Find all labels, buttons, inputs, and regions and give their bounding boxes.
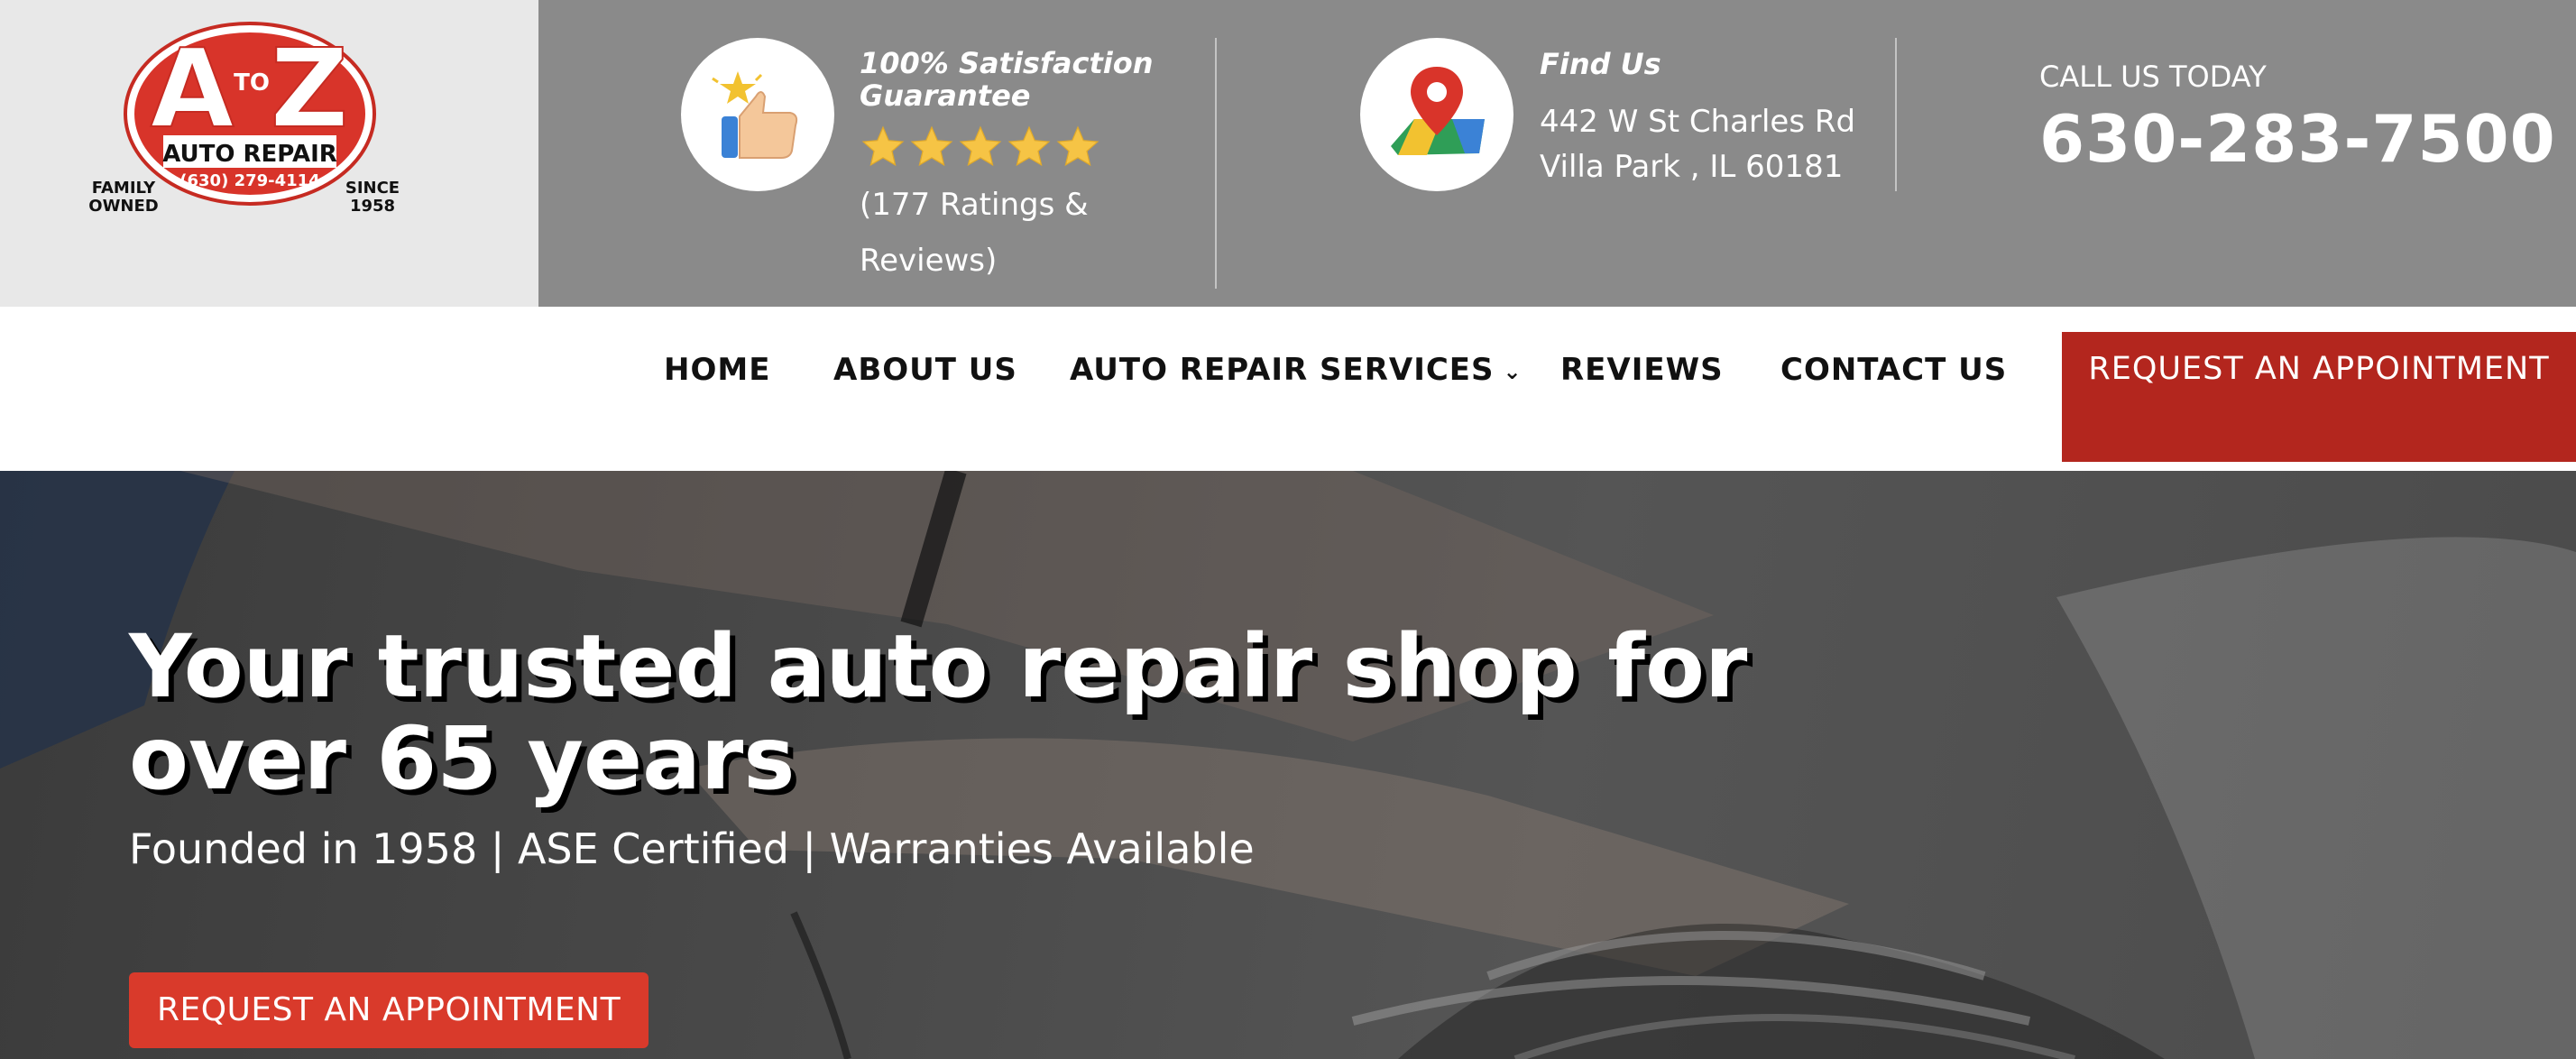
divider: [1215, 38, 1217, 289]
nav-auto-repair-services-label: AUTO REPAIR SERVICES: [1070, 352, 1495, 388]
info-area: 100% Satisfaction Guarantee (177 Ratings…: [538, 0, 2576, 307]
svg-text:(630) 279-4114: (630) 279-4114: [179, 171, 319, 190]
request-appointment-hero-button[interactable]: REQUEST AN APPOINTMENT: [129, 972, 649, 1048]
thumbs-up-icon: [712, 71, 798, 159]
top-bar: A TO Z AUTO REPAIR (630) 279-4114 FAMILY…: [0, 0, 2576, 307]
star-icon: [959, 125, 1002, 167]
hero-title: Your trusted auto repair shop for over 6…: [129, 616, 1748, 809]
nav-auto-repair-services[interactable]: AUTO REPAIR SERVICES ⌄: [1070, 352, 1523, 388]
nav-reviews[interactable]: REVIEWS: [1560, 352, 1724, 388]
divider: [1895, 38, 1897, 191]
logo-area: A TO Z AUTO REPAIR (630) 279-4114 FAMILY…: [0, 0, 538, 307]
find-us-title: Find Us: [1540, 47, 1661, 81]
svg-text:TO: TO: [234, 69, 270, 97]
svg-text:AUTO REPAIR: AUTO REPAIR: [162, 141, 337, 168]
ratings-count[interactable]: (177 Ratings & Reviews): [860, 177, 1130, 289]
nav-home[interactable]: HOME: [664, 352, 770, 388]
nav-contact-us[interactable]: CONTACT US: [1780, 352, 2007, 388]
request-appointment-nav-button[interactable]: REQUEST AN APPOINTMENT: [2062, 332, 2576, 462]
hero-section: Your trusted auto repair shop for over 6…: [0, 471, 2576, 1059]
chevron-down-icon: ⌄: [1503, 358, 1523, 384]
phone-number-link[interactable]: 630-283-7500: [2039, 101, 2556, 177]
star-rating: [860, 124, 1101, 170]
svg-text:FAMILY: FAMILY: [92, 179, 156, 198]
star-icon: [910, 125, 953, 167]
star-icon: [1007, 125, 1051, 167]
star-icon: [1056, 125, 1099, 167]
svg-text:Z: Z: [270, 27, 348, 152]
svg-text:OWNED: OWNED: [88, 197, 158, 216]
address-line-2: Villa Park , IL 60181: [1540, 149, 1844, 185]
hero-subtitle: Founded in 1958 | ASE Certified | Warran…: [129, 824, 1255, 873]
nav-about-us[interactable]: ABOUT US: [833, 352, 1017, 388]
map-pin-icon: [1391, 67, 1485, 155]
address[interactable]: 442 W St Charles Rd Villa Park , IL 6018…: [1540, 99, 1855, 189]
svg-text:SINCE: SINCE: [345, 179, 400, 198]
thumbs-up-badge: [681, 38, 834, 191]
star-icon: [861, 125, 905, 167]
map-badge: [1360, 38, 1513, 191]
company-logo[interactable]: A TO Z AUTO REPAIR (630) 279-4114 FAMILY…: [86, 18, 410, 226]
svg-text:A: A: [151, 27, 235, 152]
svg-text:1958: 1958: [350, 197, 395, 216]
satisfaction-title: 100% Satisfaction Guarantee: [860, 46, 1154, 113]
address-line-1: 442 W St Charles Rd: [1540, 104, 1856, 140]
call-label: CALL US TODAY: [2039, 60, 2267, 94]
